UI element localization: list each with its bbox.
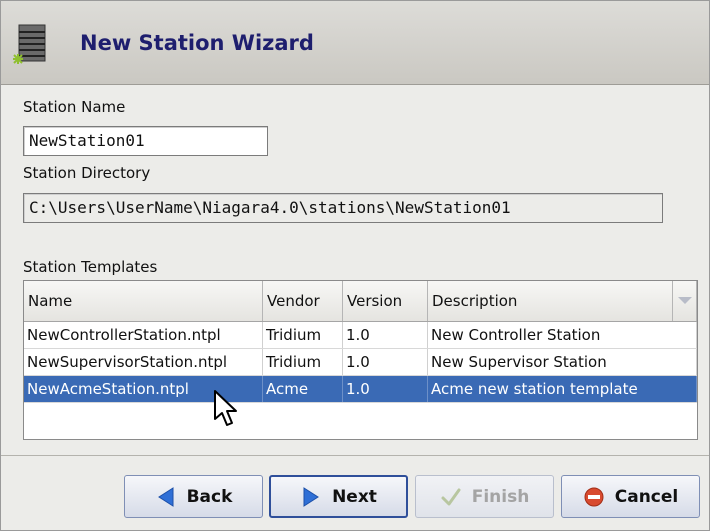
cell-vendor: Tridium bbox=[263, 322, 343, 348]
cancel-button[interactable]: Cancel bbox=[561, 475, 700, 518]
table-header: Name Vendor Version Description bbox=[24, 281, 697, 322]
next-button[interactable]: Next bbox=[269, 475, 408, 518]
next-button-label: Next bbox=[332, 486, 377, 507]
cancel-button-label: Cancel bbox=[614, 486, 679, 507]
column-header-name[interactable]: Name bbox=[24, 281, 263, 321]
table-row[interactable]: NewControllerStation.ntpl Tridium 1.0 Ne… bbox=[24, 322, 697, 349]
station-directory-field[interactable]: C:\Users\UserName\Niagara4.0\stations\Ne… bbox=[23, 193, 663, 223]
table-row-selected[interactable]: NewAcmeStation.ntpl Acme 1.0 Acme new st… bbox=[24, 376, 697, 403]
footer-divider bbox=[1, 455, 709, 456]
arrow-right-icon bbox=[303, 486, 319, 507]
station-templates-label: Station Templates bbox=[23, 258, 158, 276]
column-chooser-chevron-down-icon[interactable] bbox=[673, 281, 697, 321]
column-header-vendor[interactable]: Vendor bbox=[263, 281, 343, 321]
mouse-pointer-icon bbox=[214, 390, 237, 426]
back-button-label: Back bbox=[186, 486, 233, 507]
column-header-version[interactable]: Version bbox=[343, 281, 428, 321]
station-name-field[interactable]: NewStation01 bbox=[23, 126, 268, 156]
finish-button-label: Finish bbox=[471, 486, 530, 507]
cell-version: 1.0 bbox=[343, 376, 428, 402]
wizard-window: New Station Wizard Station Name NewStati… bbox=[0, 0, 710, 531]
column-header-description[interactable]: Description bbox=[428, 281, 673, 321]
cell-description: New Supervisor Station bbox=[428, 349, 697, 375]
cell-vendor: Acme bbox=[263, 376, 343, 402]
station-wizard-icon bbox=[13, 24, 46, 64]
station-directory-label: Station Directory bbox=[23, 164, 151, 182]
cell-name: NewControllerStation.ntpl bbox=[24, 322, 263, 348]
cell-description: Acme new station template bbox=[428, 376, 697, 402]
arrow-left-icon bbox=[157, 486, 174, 507]
wizard-header: New Station Wizard bbox=[1, 1, 709, 85]
cancel-icon bbox=[584, 487, 604, 506]
cell-name: NewSupervisorStation.ntpl bbox=[24, 349, 263, 375]
station-name-label: Station Name bbox=[23, 98, 126, 116]
cell-version: 1.0 bbox=[343, 322, 428, 348]
back-button[interactable]: Back bbox=[124, 475, 263, 518]
table-row[interactable]: NewSupervisorStation.ntpl Tridium 1.0 Ne… bbox=[24, 349, 697, 376]
cell-description: New Controller Station bbox=[428, 322, 697, 348]
finish-button[interactable]: Finish bbox=[415, 475, 554, 518]
cell-vendor: Tridium bbox=[263, 349, 343, 375]
wizard-title: New Station Wizard bbox=[80, 31, 314, 55]
station-templates-table[interactable]: Name Vendor Version Description NewContr… bbox=[23, 280, 698, 440]
cell-version: 1.0 bbox=[343, 349, 428, 375]
checkmark-icon bbox=[441, 488, 461, 505]
